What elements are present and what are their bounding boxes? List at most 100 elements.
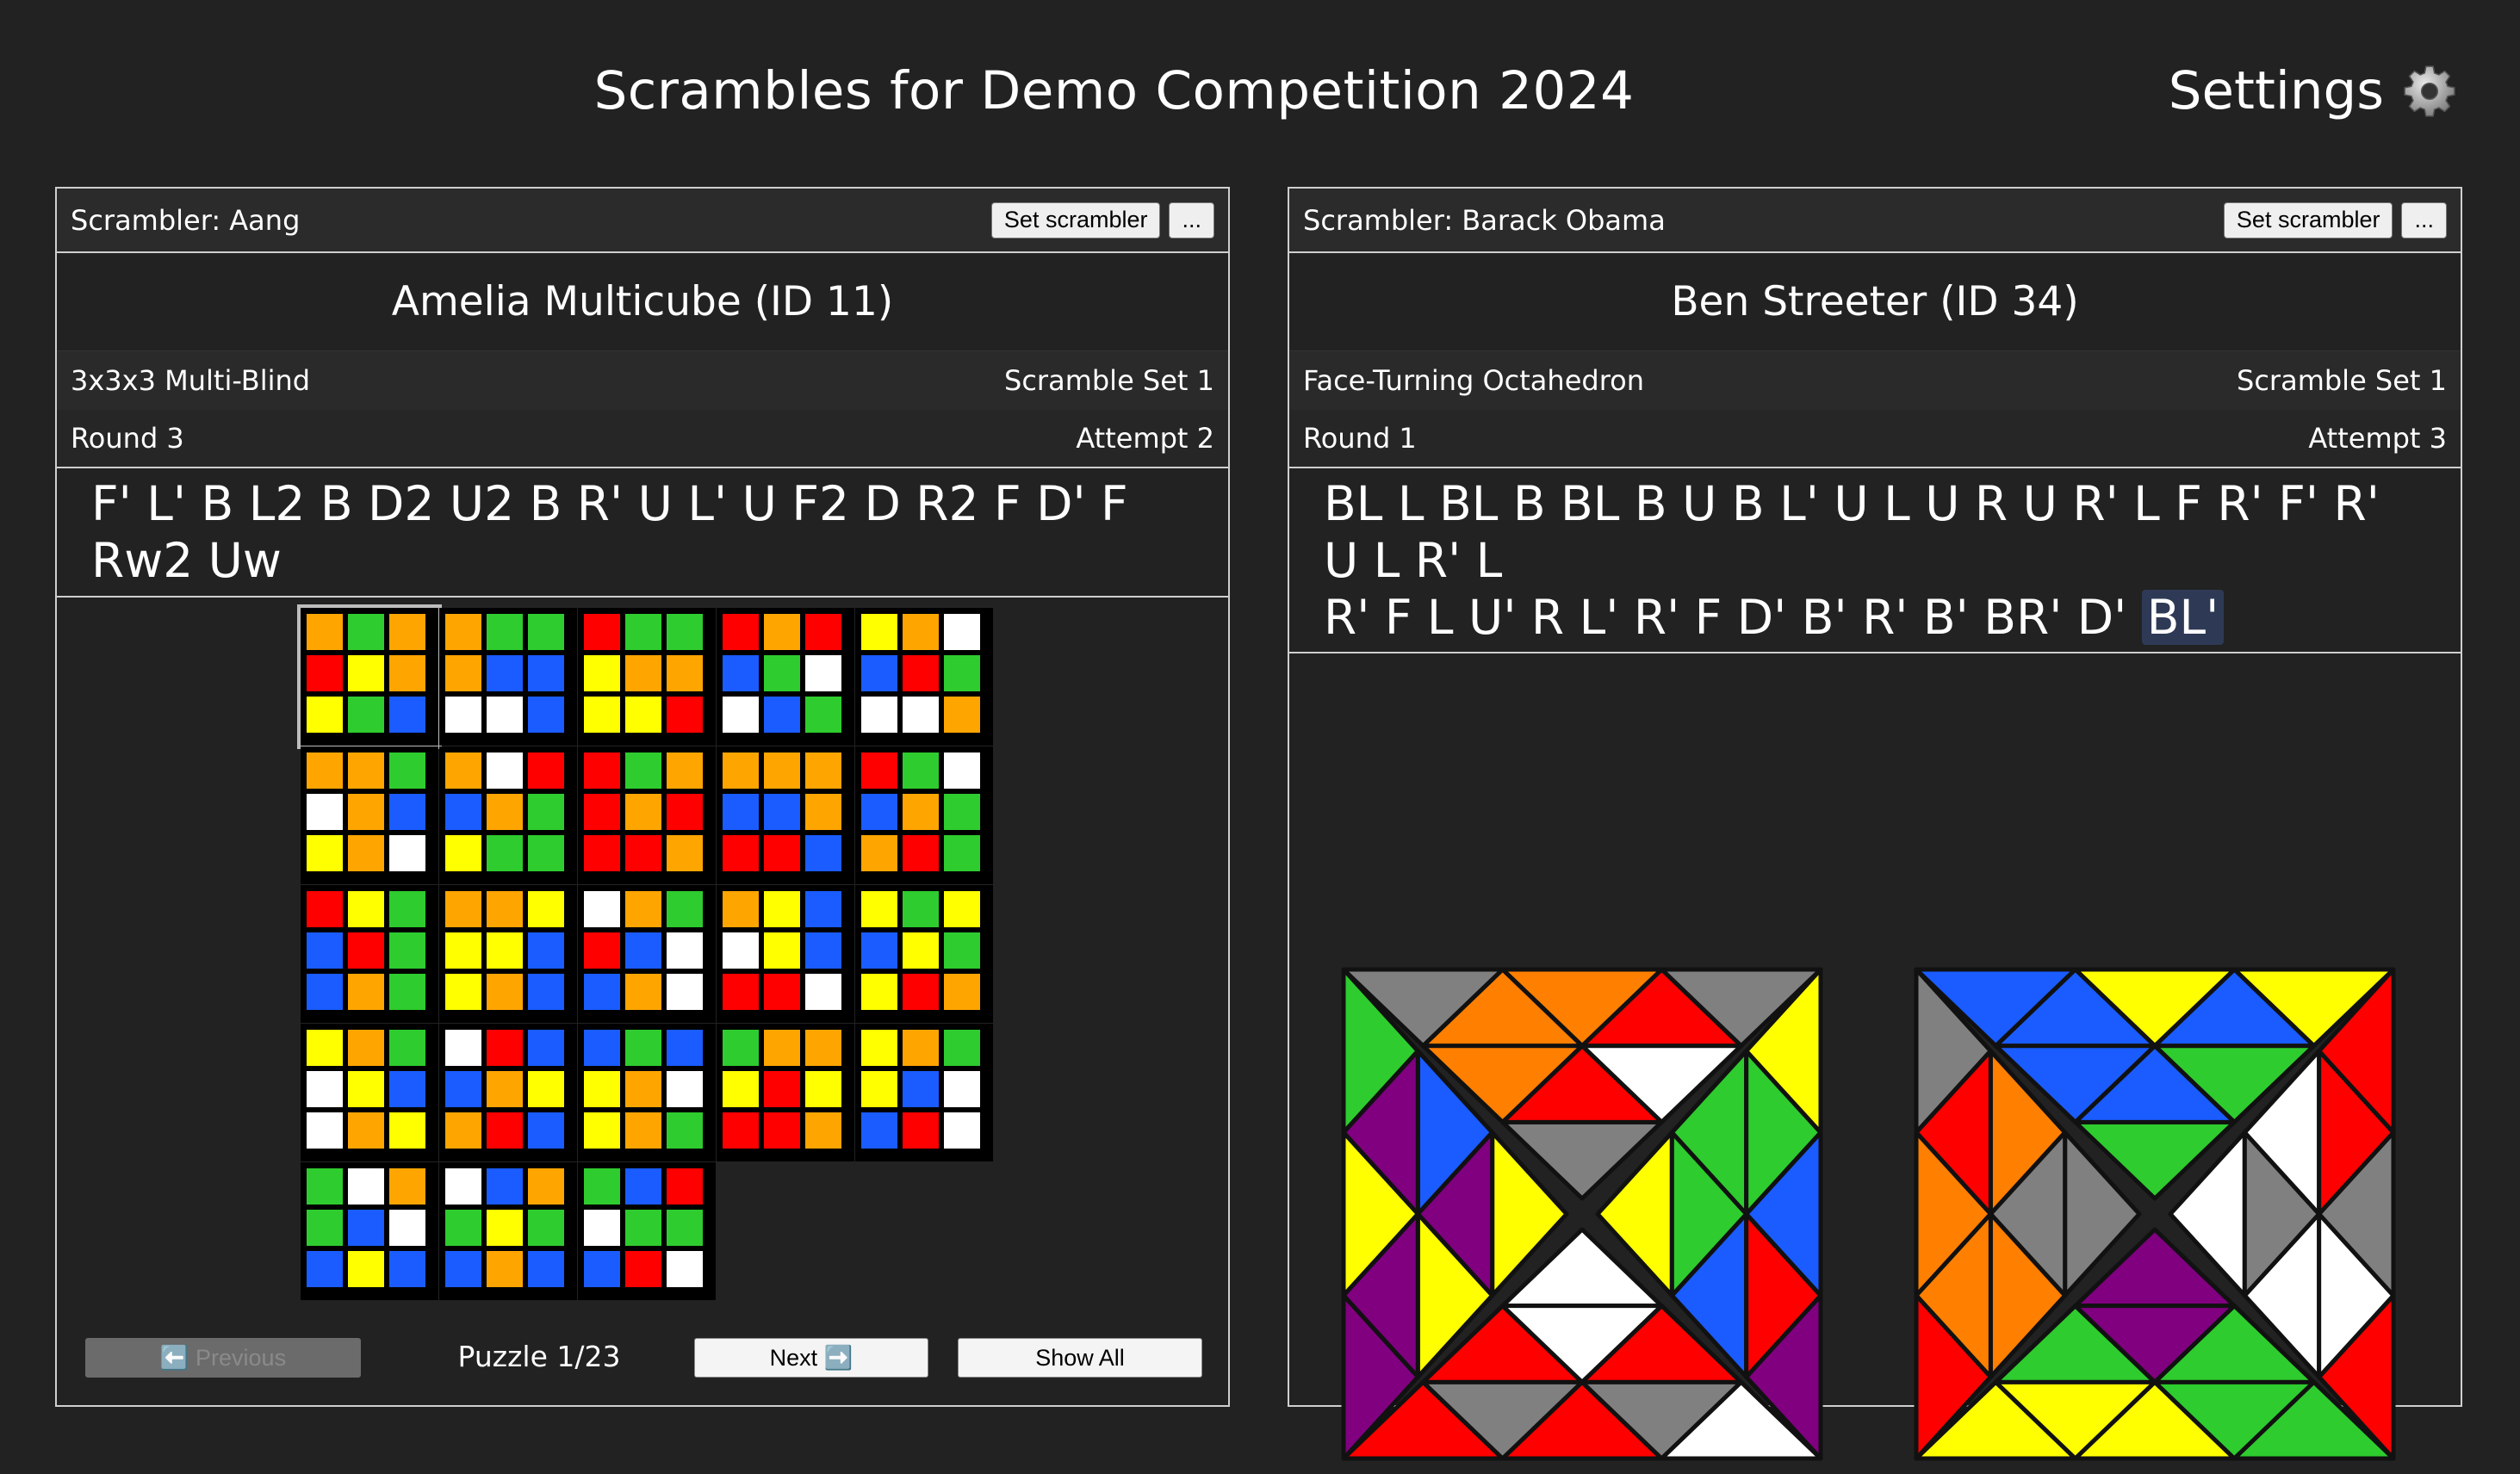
facelet	[903, 932, 939, 969]
facelet	[723, 891, 759, 927]
facelet	[667, 1030, 703, 1066]
facelet	[625, 974, 661, 1010]
facelet	[487, 1210, 523, 1246]
facelet	[487, 1112, 523, 1149]
facelet	[584, 1251, 620, 1287]
fto-diagram-front	[1341, 967, 1823, 1461]
facelet	[667, 1168, 703, 1205]
facelet	[307, 932, 343, 969]
facelet	[861, 655, 897, 691]
cube-face-5[interactable]	[855, 608, 993, 746]
facelet	[805, 697, 841, 733]
previous-button[interactable]: ⬅️ Previous	[85, 1338, 361, 1378]
cube-face-22[interactable]	[439, 1162, 577, 1300]
facelet	[528, 794, 564, 830]
scramble-moves-line1: BL L BL B BL B U B L' U L U R U R' L F R…	[1324, 475, 2380, 588]
more-options-button[interactable]: ...	[2401, 201, 2447, 238]
facelet	[389, 655, 425, 691]
cube-face-7[interactable]	[439, 746, 577, 884]
facelet	[389, 932, 425, 969]
scrambler-name: Scrambler: Aang	[71, 203, 301, 237]
facelet	[584, 614, 620, 650]
facelet	[667, 835, 703, 871]
facelet	[944, 1071, 980, 1107]
facelet	[584, 1112, 620, 1149]
facelet	[487, 1030, 523, 1066]
cube-face-19[interactable]	[717, 1024, 854, 1161]
show-all-button[interactable]: Show All	[958, 1338, 1202, 1378]
facelet	[528, 974, 564, 1010]
facelet	[625, 697, 661, 733]
facelet	[764, 697, 800, 733]
facelet	[307, 1112, 343, 1149]
facelet	[584, 1071, 620, 1107]
facelet	[764, 932, 800, 969]
cube-face-18[interactable]	[578, 1024, 716, 1161]
facelet	[944, 697, 980, 733]
cube-face-1[interactable]	[297, 604, 442, 749]
cube-face-3[interactable]	[578, 608, 716, 746]
scrambler-name: Scrambler: Barack Obama	[1303, 203, 1666, 237]
cube-face-11[interactable]	[301, 885, 438, 1023]
facelet	[861, 932, 897, 969]
set-scrambler-button[interactable]: Set scrambler	[990, 201, 1161, 238]
facelet	[528, 1112, 564, 1149]
facelet	[625, 1168, 661, 1205]
facelet	[487, 932, 523, 969]
cube-face-8[interactable]	[578, 746, 716, 884]
facelet	[625, 655, 661, 691]
facelet	[487, 697, 523, 733]
attempt-label: Attempt 3	[2308, 422, 2447, 455]
facelet	[764, 1112, 800, 1149]
settings-button[interactable]: Settings	[2169, 60, 2458, 121]
facelet	[667, 655, 703, 691]
set-scrambler-button[interactable]: Set scrambler	[2223, 201, 2393, 238]
facelet	[348, 1210, 384, 1246]
cube-face-17[interactable]	[439, 1024, 577, 1161]
facelet	[667, 794, 703, 830]
cube-face-15[interactable]	[855, 885, 993, 1023]
cube-face-21[interactable]	[301, 1162, 438, 1300]
cube-face-16[interactable]	[301, 1024, 438, 1161]
facelet	[903, 614, 939, 650]
next-button[interactable]: Next ➡️	[694, 1338, 928, 1378]
facelet	[805, 614, 841, 650]
facelet	[445, 1071, 481, 1107]
cube-face-4[interactable]	[717, 608, 854, 746]
facelet	[584, 697, 620, 733]
cube-face-14[interactable]	[717, 885, 854, 1023]
facelet	[445, 1112, 481, 1149]
facelet	[307, 1210, 343, 1246]
cube-face-20[interactable]	[855, 1024, 993, 1161]
cube-face-9[interactable]	[717, 746, 854, 884]
facelet	[584, 655, 620, 691]
cube-face-10[interactable]	[855, 746, 993, 884]
cube-face-23[interactable]	[578, 1162, 716, 1300]
facelet	[584, 932, 620, 969]
facelet	[348, 1071, 384, 1107]
facelet	[348, 1251, 384, 1287]
facelet	[445, 835, 481, 871]
facelet	[764, 655, 800, 691]
facelet	[903, 655, 939, 691]
cube-face-2[interactable]	[439, 608, 577, 746]
facelet	[667, 1251, 703, 1287]
facelet	[625, 1251, 661, 1287]
facelet	[903, 835, 939, 871]
facelet	[445, 1030, 481, 1066]
facelet	[389, 974, 425, 1010]
facelet	[723, 1030, 759, 1066]
facelet	[307, 1030, 343, 1066]
facelet	[445, 974, 481, 1010]
more-options-button[interactable]: ...	[1169, 201, 1214, 238]
facelet	[528, 835, 564, 871]
cube-face-12[interactable]	[439, 885, 577, 1023]
facelet	[861, 891, 897, 927]
facelet	[944, 614, 980, 650]
cube-face-6[interactable]	[301, 746, 438, 884]
cube-face-13[interactable]	[578, 885, 716, 1023]
facelet	[667, 614, 703, 650]
facelet	[389, 891, 425, 927]
facelet	[944, 891, 980, 927]
facelet	[861, 794, 897, 830]
